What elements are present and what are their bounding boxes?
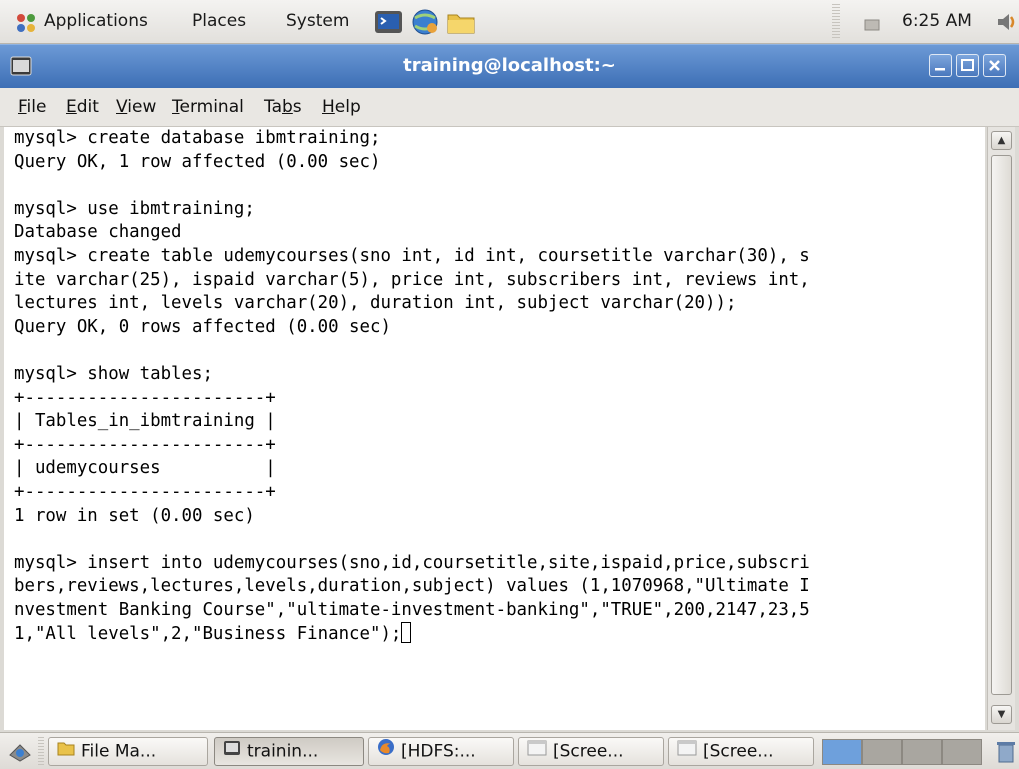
menu-tabs-mnemonic: b bbox=[282, 97, 293, 117]
taskbar-item-terminal[interactable]: trainin... bbox=[214, 737, 364, 766]
close-icon bbox=[989, 60, 1000, 71]
maximize-button[interactable] bbox=[956, 54, 979, 77]
taskbar-item-label: trainin... bbox=[247, 741, 319, 762]
image-viewer-icon bbox=[677, 738, 697, 765]
terminal-line: Database changed bbox=[14, 222, 182, 243]
menu-view[interactable]: View bbox=[116, 97, 156, 117]
menu-file-post: ile bbox=[26, 97, 47, 117]
network-globe-icon[interactable] bbox=[410, 8, 440, 36]
terminal-launcher-icon[interactable] bbox=[374, 8, 404, 36]
menu-terminal[interactable]: Terminal bbox=[172, 97, 244, 117]
workspace-1[interactable] bbox=[822, 739, 862, 765]
maximize-icon bbox=[961, 59, 974, 71]
terminal-line: mysql> insert into udemycourses(sno,id,c… bbox=[14, 552, 810, 573]
terminal-line: lectures int, levels varchar(20), durati… bbox=[14, 293, 737, 314]
trash-icon[interactable] bbox=[996, 740, 1016, 768]
scroll-down-button[interactable]: ▼ bbox=[991, 705, 1012, 724]
terminal-line: 1,"All levels",2,"Business Finance"); bbox=[14, 624, 402, 645]
vertical-scrollbar[interactable]: ▲ ▼ bbox=[987, 127, 1015, 730]
menu-places[interactable]: Places bbox=[192, 10, 246, 32]
menu-view-mnemonic: V bbox=[116, 97, 128, 117]
menu-edit-mnemonic: E bbox=[66, 97, 77, 117]
workspace-2[interactable] bbox=[862, 739, 902, 765]
menu-help-mnemonic: H bbox=[322, 97, 335, 117]
volume-icon[interactable] bbox=[995, 10, 1019, 38]
menu-terminal-post: erminal bbox=[179, 97, 244, 117]
folder-icon[interactable] bbox=[446, 8, 476, 36]
workspace-3[interactable] bbox=[902, 739, 942, 765]
terminal-line: nvestment Banking Course","ultimate-inve… bbox=[14, 599, 810, 620]
menu-applications[interactable]: Applications bbox=[44, 10, 148, 32]
terminal-line: +-----------------------+ bbox=[14, 434, 276, 455]
menu-help[interactable]: Help bbox=[322, 97, 361, 117]
show-desktop-icon[interactable] bbox=[8, 741, 32, 767]
terminal-line: bers,reviews,lectures,levels,duration,su… bbox=[14, 576, 810, 597]
terminal-icon bbox=[223, 738, 241, 765]
terminal-line: | udemycourses | bbox=[14, 458, 276, 479]
taskbar-item-label: [Scree... bbox=[703, 741, 774, 762]
taskbar-item-label: File Ma... bbox=[81, 741, 157, 762]
taskbar-item-firefox[interactable]: [HDFS:... bbox=[368, 737, 514, 766]
terminal-line: mysql> show tables; bbox=[14, 363, 213, 384]
window-title: training@localhost:~ bbox=[403, 55, 616, 76]
terminal-menubar: File Edit View Terminal Tabs Help bbox=[0, 88, 1019, 127]
terminal-line: +-----------------------+ bbox=[14, 481, 276, 502]
terminal-line: | Tables_in_ibmtraining | bbox=[14, 411, 276, 432]
arrow-up-icon: ▲ bbox=[997, 135, 1006, 146]
minimize-icon bbox=[935, 68, 945, 71]
menu-tabs-pre: Ta bbox=[264, 97, 282, 117]
menu-file-mnemonic: F bbox=[18, 97, 27, 117]
terminal-line: Query OK, 1 row affected (0.00 sec) bbox=[14, 151, 381, 172]
terminal-line: ite varchar(25), ispaid varchar(5), pric… bbox=[14, 269, 810, 290]
taskbar-item-file-manager[interactable]: File Ma... bbox=[48, 737, 208, 766]
clock[interactable]: 6:25 AM bbox=[902, 11, 972, 31]
top-panel: Applications Places System 6:25 AM bbox=[0, 0, 1019, 44]
taskbar-item-label: [Scree... bbox=[553, 741, 624, 762]
terminal-line: mysql> create database ibmtraining; bbox=[14, 128, 381, 148]
menu-file[interactable]: File bbox=[18, 97, 46, 117]
workspace-4[interactable] bbox=[942, 739, 982, 765]
panel-separator bbox=[832, 4, 840, 40]
terminal-line: +-----------------------+ bbox=[14, 387, 276, 408]
terminal-line: mysql> create table udemycourses(sno int… bbox=[14, 245, 810, 266]
menu-view-post: iew bbox=[127, 97, 157, 117]
menu-help-post: elp bbox=[334, 97, 361, 117]
menu-system[interactable]: System bbox=[286, 10, 349, 32]
image-viewer-icon bbox=[527, 738, 547, 765]
terminal-line: mysql> use ibmtraining; bbox=[14, 198, 255, 219]
terminal-line: Query OK, 0 rows affected (0.00 sec) bbox=[14, 316, 391, 337]
terminal-line: 1 row in set (0.00 sec) bbox=[14, 505, 255, 526]
taskbar-item-screenshot-1[interactable]: [Scree... bbox=[518, 737, 664, 766]
window-titlebar[interactable]: training@localhost:~ bbox=[0, 44, 1019, 88]
scroll-up-button[interactable]: ▲ bbox=[991, 131, 1012, 150]
menu-tabs-post: s bbox=[292, 97, 302, 117]
applications-icon[interactable] bbox=[14, 11, 38, 39]
menu-edit[interactable]: Edit bbox=[66, 97, 99, 117]
close-button[interactable] bbox=[983, 54, 1006, 77]
terminal-output[interactable]: mysql> create database ibmtraining; Quer… bbox=[4, 127, 985, 730]
folder-icon bbox=[57, 738, 75, 765]
menu-terminal-mnemonic: T bbox=[172, 97, 180, 117]
notification-icon[interactable] bbox=[864, 16, 880, 35]
text-cursor bbox=[401, 622, 412, 644]
firefox-icon bbox=[377, 738, 395, 765]
menu-tabs[interactable]: Tabs bbox=[264, 97, 302, 117]
minimize-button[interactable] bbox=[929, 54, 952, 77]
panel-handle bbox=[38, 737, 44, 765]
terminal-last-line: 1,"All levels",2,"Business Finance"); bbox=[4, 622, 985, 646]
bottom-panel: File Ma... trainin... [HDFS:... [Scree..… bbox=[0, 732, 1019, 769]
arrow-down-icon: ▼ bbox=[997, 709, 1006, 720]
menu-edit-post: dit bbox=[76, 97, 99, 117]
scrollbar-thumb[interactable] bbox=[991, 155, 1012, 695]
taskbar-item-label: [HDFS:... bbox=[401, 741, 476, 762]
taskbar-item-screenshot-2[interactable]: [Scree... bbox=[668, 737, 814, 766]
